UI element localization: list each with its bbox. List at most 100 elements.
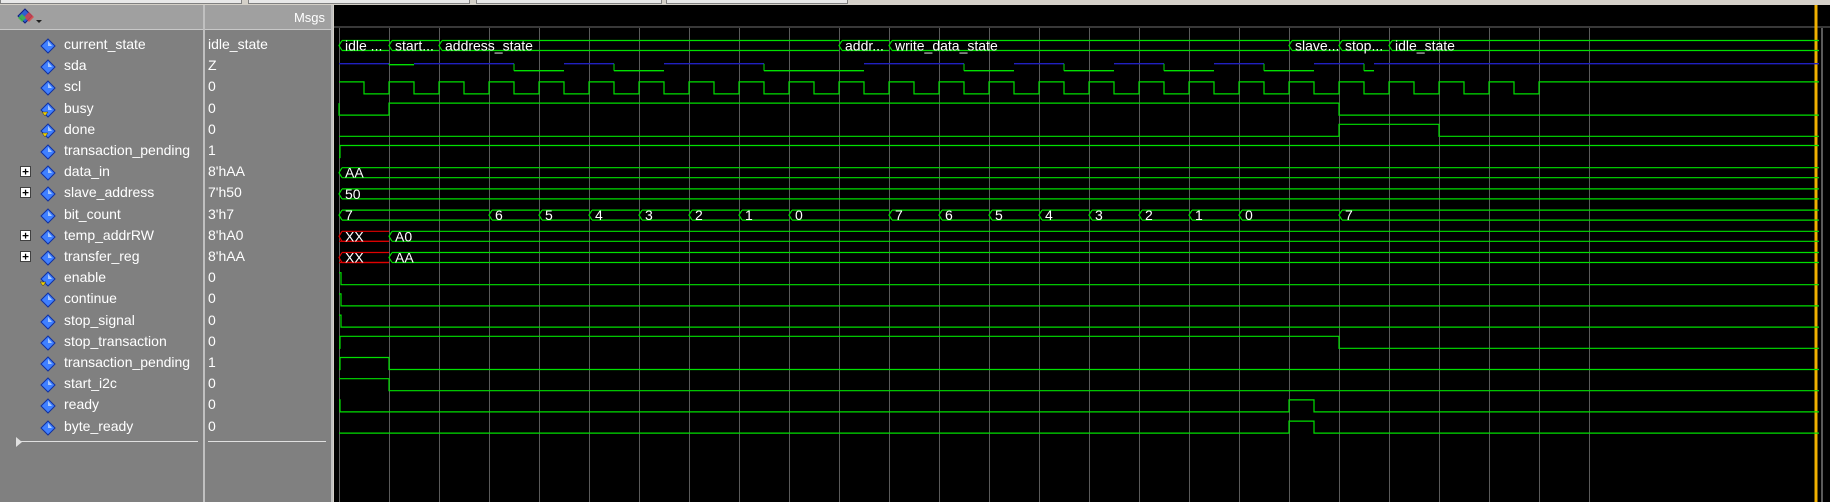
signal-row-byte-ready[interactable]: byte_ready — [0, 417, 203, 438]
tab-stub[interactable] — [248, 0, 470, 4]
bit-count-label: 4 — [1045, 207, 1053, 223]
bit-count-label: 1 — [1195, 207, 1203, 223]
expand-icon[interactable]: + — [20, 187, 31, 199]
signal-value-row[interactable]: 0 — [205, 120, 331, 141]
signal-row-sda[interactable]: sda — [0, 56, 203, 77]
diamond-output-icon — [40, 123, 56, 139]
diamond-icon — [40, 229, 56, 245]
bus-label: XX — [345, 228, 364, 244]
bit-count-label: 7 — [1345, 207, 1353, 223]
diamond-icon — [40, 207, 56, 224]
signal-row-transfer-reg[interactable]: + transfer_reg — [0, 247, 203, 268]
bit-count-label: 7 — [345, 207, 353, 223]
signal-value-row[interactable]: 0 — [205, 417, 331, 438]
signal-value-row[interactable]: 0 — [205, 374, 331, 395]
bit-count-label: 0 — [1245, 207, 1253, 223]
wave-enable — [339, 272, 1819, 286]
bus-label: XX — [345, 250, 364, 266]
bus-segment — [388, 251, 1819, 264]
signal-row-busy[interactable]: busy — [0, 99, 203, 120]
bit-count-label: 2 — [1145, 207, 1153, 223]
signal-name: bit_count — [64, 205, 121, 222]
signal-value-row[interactable]: 1 — [205, 353, 331, 374]
signal-value-row[interactable]: 3'h7 — [205, 205, 331, 226]
diamond-icon — [40, 59, 56, 75]
signal-value-row[interactable]: 8'hA0 — [205, 226, 331, 247]
signal-name: transfer_reg — [64, 248, 140, 264]
state-label: idle_state — [1395, 38, 1455, 54]
diamond-icon — [40, 250, 56, 266]
wave-start-i2c — [339, 378, 1819, 392]
signal-value: 0 — [208, 99, 216, 116]
signal-row-transaction-pending[interactable]: transaction_pending — [0, 141, 203, 162]
signal-value-row[interactable]: 8'hAA — [205, 247, 331, 268]
name-pane-header — [0, 5, 203, 30]
signal-row-continue[interactable]: continue — [0, 289, 203, 310]
wave-tool-icon[interactable] — [16, 8, 42, 26]
signal-value: 8'hAA — [208, 163, 245, 180]
bit-count-label: 7 — [895, 207, 903, 223]
bus-label: A0 — [395, 228, 412, 244]
diamond-icon — [40, 398, 56, 415]
signal-value-row[interactable]: 0 — [205, 395, 331, 416]
waveform-pane[interactable]: idle ... start... address_state addr... writ… — [334, 5, 1830, 502]
signal-row-enable[interactable]: enable — [0, 268, 203, 289]
signal-name: continue — [64, 290, 117, 307]
diamond-icon — [40, 186, 56, 203]
wave-done — [339, 123, 1819, 137]
signal-value-row[interactable]: 0 — [205, 77, 331, 98]
signal-value: 0 — [208, 311, 216, 328]
diamond-input-icon — [39, 271, 56, 287]
signal-value-row[interactable]: 7'h50 — [205, 183, 331, 204]
expand-icon[interactable]: + — [20, 166, 31, 178]
signal-name: slave_address — [64, 184, 155, 201]
diamond-output-icon — [40, 101, 56, 118]
diamond-icon — [40, 419, 56, 436]
selection-underline — [208, 441, 326, 442]
signal-row-transaction-pending[interactable]: transaction_pending — [0, 353, 203, 374]
tab-stub[interactable] — [476, 0, 662, 4]
expand-icon[interactable]: + — [20, 229, 31, 241]
diamond-icon — [40, 335, 56, 351]
signal-row-slave-address[interactable]: + slave_address — [0, 183, 203, 204]
signal-value: 0 — [208, 290, 216, 307]
signal-row-temp-addrRW[interactable]: + temp_addrRW — [0, 226, 203, 247]
waveform-canvas[interactable]: idle ... start... address_state addr... writ… — [334, 5, 1830, 502]
signal-value-row[interactable]: 8'hAA — [205, 162, 331, 183]
signal-value: 0 — [208, 332, 216, 349]
diamond-icon — [40, 313, 56, 330]
signal-value: idle_state — [208, 36, 268, 52]
signal-value-row[interactable]: 0 — [205, 268, 331, 289]
signal-row-stop-signal[interactable]: stop_signal — [0, 311, 203, 332]
signal-value: 8'hAA — [208, 248, 245, 264]
signal-value-row[interactable]: 0 — [205, 289, 331, 310]
signal-value-row[interactable]: 0 — [205, 332, 331, 353]
signal-name: transaction_pending — [64, 354, 191, 370]
signal-row-start-i2c[interactable]: start_i2c — [0, 374, 203, 395]
signal-row-done[interactable]: done — [0, 120, 203, 141]
signal-name: temp_addrRW — [64, 226, 155, 243]
state-label: stop... — [1345, 38, 1383, 54]
signal-value-pane: Msgs idle_state Z 0 0 0 1 8'hAA 7'h50 3'h7 8'hA0 8… — [205, 5, 333, 502]
tab-stub[interactable] — [0, 0, 242, 4]
state-label: start... — [395, 38, 434, 54]
state-label: write_data_state — [894, 38, 998, 54]
state-label: addr... — [845, 38, 884, 54]
signal-value-row[interactable]: idle_state — [205, 35, 331, 56]
signal-value-row[interactable]: 0 — [205, 311, 331, 332]
wave-transaction-pending — [339, 356, 1819, 371]
signal-row-stop-transaction[interactable]: stop_transaction — [0, 332, 203, 353]
tab-stub[interactable] — [666, 0, 848, 4]
signal-row-current-state[interactable]: current_state — [0, 35, 203, 56]
signal-value: 0 — [208, 375, 216, 392]
signal-row-ready[interactable]: ready — [0, 395, 203, 416]
signal-value-row[interactable]: 1 — [205, 141, 331, 162]
signal-value-row[interactable]: Z — [205, 56, 331, 77]
signal-row-bit-count[interactable]: bit_count — [0, 205, 203, 226]
signal-row-data-in[interactable]: + data_in — [0, 162, 203, 183]
expand-icon[interactable]: + — [20, 251, 31, 262]
signal-value-row[interactable]: 0 — [205, 99, 331, 120]
diamond-icon — [40, 292, 56, 309]
signal-name: stop_transaction — [64, 332, 167, 349]
signal-row-scl[interactable]: scl — [0, 77, 203, 98]
